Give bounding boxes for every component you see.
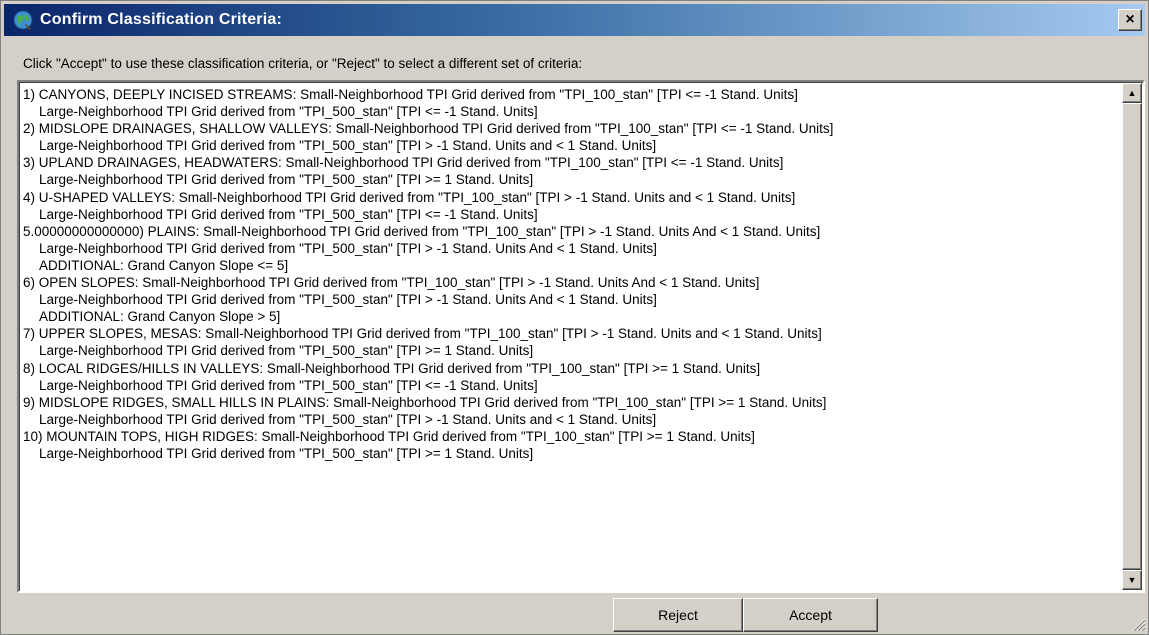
criteria-detail-line: Large-Neighborhood TPI Grid derived from… xyxy=(39,104,538,120)
scroll-down-button[interactable]: ▼ xyxy=(1122,570,1142,590)
criteria-class-line: 1) CANYONS, DEEPLY INCISED STREAMS: Smal… xyxy=(23,87,798,102)
reject-button[interactable]: Reject xyxy=(613,598,743,632)
criteria-class-line: 5.00000000000000) PLAINS: Small-Neighbor… xyxy=(23,223,821,239)
criteria-class-line: 7) UPPER SLOPES, MESAS: Small-Neighborho… xyxy=(23,326,822,342)
criteria-detail-line: Large-Neighborhood TPI Grid derived from… xyxy=(39,240,657,256)
globe-icon xyxy=(13,10,33,30)
resize-grip-icon[interactable] xyxy=(1130,616,1146,632)
criteria-list: 1) CANYONS, DEEPLY INCISED STREAMS: Smal… xyxy=(23,86,1121,589)
criteria-class-line: 2) MIDSLOPE DRAINAGES, SHALLOW VALLEYS: … xyxy=(23,121,834,137)
chevron-up-icon: ▲ xyxy=(1127,88,1137,98)
scrollbar-thumb[interactable] xyxy=(1122,103,1142,570)
criteria-detail-line: ADDITIONAL: Grand Canyon Slope > 5] xyxy=(39,309,281,325)
close-icon: × xyxy=(1125,11,1135,28)
chevron-down-icon: ▼ xyxy=(1127,575,1137,585)
criteria-class-line: 3) UPLAND DRAINAGES, HEADWATERS: Small-N… xyxy=(23,155,784,171)
title-bar[interactable]: Confirm Classification Criteria: × xyxy=(4,4,1145,36)
criteria-listbox[interactable]: 1) CANYONS, DEEPLY INCISED STREAMS: Smal… xyxy=(17,80,1145,593)
vertical-scrollbar[interactable]: ▲ ▼ xyxy=(1122,83,1142,590)
criteria-detail-line: Large-Neighborhood TPI Grid derived from… xyxy=(39,445,534,461)
scroll-up-button[interactable]: ▲ xyxy=(1122,83,1142,103)
close-button[interactable]: × xyxy=(1118,9,1142,31)
criteria-class-line: 8) LOCAL RIDGES/HILLS IN VALLEYS: Small-… xyxy=(23,360,761,376)
criteria-detail-line: Large-Neighborhood TPI Grid derived from… xyxy=(39,377,538,393)
criteria-detail-line: ADDITIONAL: Grand Canyon Slope <= 5] xyxy=(39,257,289,273)
criteria-detail-line: Large-Neighborhood TPI Grid derived from… xyxy=(39,138,657,154)
criteria-detail-line: Large-Neighborhood TPI Grid derived from… xyxy=(39,292,657,308)
instruction-text: Click "Accept" to use these classificati… xyxy=(23,56,583,71)
criteria-detail-line: Large-Neighborhood TPI Grid derived from… xyxy=(39,206,538,222)
accept-button[interactable]: Accept xyxy=(743,598,878,632)
criteria-detail-line: Large-Neighborhood TPI Grid derived from… xyxy=(39,411,657,427)
criteria-class-line: 6) OPEN SLOPES: Small-Neighborhood TPI G… xyxy=(23,275,760,291)
criteria-class-line: 9) MIDSLOPE RIDGES, SMALL HILLS IN PLAIN… xyxy=(23,394,827,410)
dialog-window: Confirm Classification Criteria: × Click… xyxy=(0,0,1149,635)
criteria-class-line: 10) MOUNTAIN TOPS, HIGH RIDGES: Small-Ne… xyxy=(23,428,755,444)
criteria-class-line: 4) U-SHAPED VALLEYS: Small-Neighborhood … xyxy=(23,189,796,205)
dialog-title: Confirm Classification Criteria: xyxy=(40,11,283,28)
criteria-detail-line: Large-Neighborhood TPI Grid derived from… xyxy=(39,343,534,359)
criteria-detail-line: Large-Neighborhood TPI Grid derived from… xyxy=(39,172,534,188)
